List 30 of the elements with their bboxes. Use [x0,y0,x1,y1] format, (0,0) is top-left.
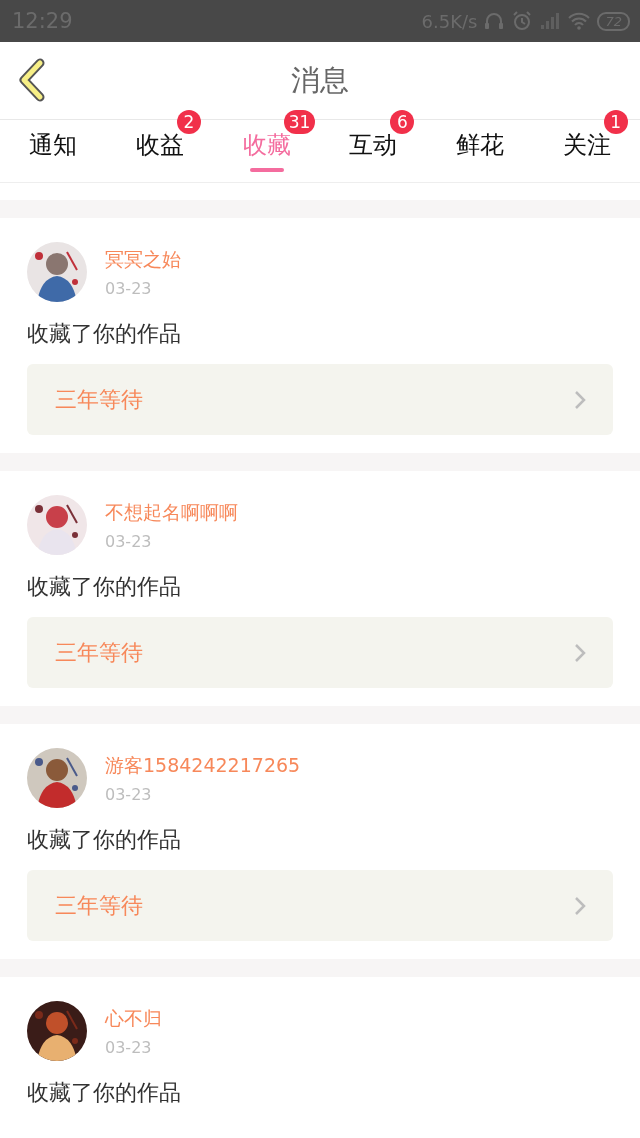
work-link[interactable]: 三年等待 [27,364,613,435]
wifi-icon [567,11,592,31]
message-date: 03-23 [105,278,153,298]
headset-icon [483,10,506,32]
count-badge: 2 [177,110,201,134]
back-icon [16,58,46,102]
tab-indicator [249,168,284,172]
chevron-icon [573,388,587,411]
message-text: 收藏了你的作品 [27,1080,182,1106]
message-date: 03-23 [105,784,153,804]
page-title: 消息 [290,61,350,99]
message-text: 收藏了你的作品 [27,321,182,347]
user-name[interactable]: 心不归 [105,1005,162,1032]
tab[interactable]: 鲜花 [456,130,504,160]
count-badge: 1 [603,110,628,134]
count-badge: 31 [283,110,316,134]
message-text: 收藏了你的作品 [27,574,182,600]
chevron-icon [573,641,587,664]
user-name[interactable]: 游客1584242217265 [105,752,301,779]
chevron-icon [573,894,587,917]
count-badge: 6 [390,110,415,134]
back-button[interactable] [16,58,46,102]
message-date: 03-23 [105,1037,153,1057]
user-name[interactable]: 冥冥之始 [105,246,181,273]
work-link[interactable]: 三年等待 [27,617,613,688]
user-name[interactable]: 不想起名啊啊啊 [105,499,238,526]
message-date: 03-23 [105,531,153,551]
message-text: 收藏了你的作品 [27,827,182,853]
tab[interactable]: 通知 [29,130,78,160]
work-link[interactable]: 三年等待 [27,870,613,941]
